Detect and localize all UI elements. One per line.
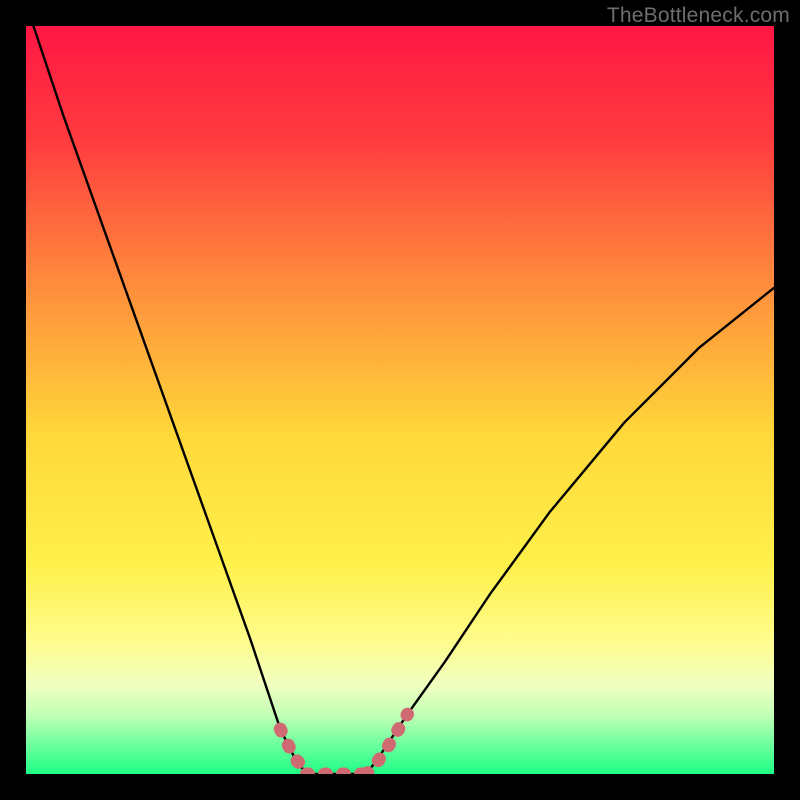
- watermark-text: TheBottleneck.com: [607, 4, 790, 28]
- chart-svg: [26, 26, 774, 774]
- chart-frame: TheBottleneck.com: [0, 0, 800, 800]
- gradient-bg: [26, 26, 774, 774]
- plot-area: [26, 26, 774, 774]
